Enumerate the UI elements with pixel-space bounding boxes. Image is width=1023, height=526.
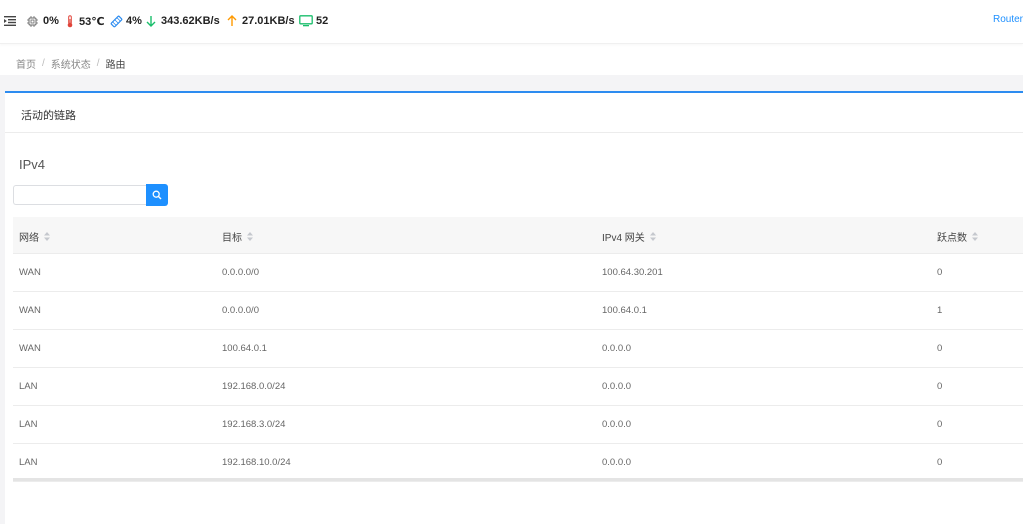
monitor-icon — [299, 15, 313, 27]
card-title: 活动的链路 — [21, 110, 76, 122]
sort-icon[interactable] — [247, 232, 253, 241]
breadcrumb: 首页 / 系统状态 / 路由 — [16, 56, 126, 71]
memory-value: 4% — [126, 15, 142, 27]
table-row: WAN 0.0.0.0/0 100.64.0.1 1 — [13, 292, 1023, 330]
upload-value: 27.01KB/s — [242, 15, 295, 27]
column-header-network[interactable]: 网络 — [19, 229, 50, 244]
column-header-label: IPv4 网关 — [602, 233, 645, 244]
download-value: 343.62KB/s — [161, 15, 220, 27]
column-header-target[interactable]: 目标 — [222, 229, 253, 244]
search-box — [13, 184, 168, 206]
cell-metric: 1 — [937, 305, 943, 316]
search-icon — [152, 190, 162, 200]
cell-network: LAN — [19, 381, 38, 392]
column-header-metric[interactable]: 跃点数 — [937, 229, 978, 244]
cell-gateway: 0.0.0.0 — [602, 419, 632, 430]
sort-icon[interactable] — [649, 232, 656, 241]
cpu-icon — [27, 15, 38, 27]
cell-network: WAN — [19, 343, 41, 354]
cell-gateway: 0.0.0.0 — [602, 457, 632, 468]
cell-network: LAN — [19, 457, 38, 468]
temperature: 53℃ — [66, 13, 105, 29]
download-speed: 343.62KB/s — [146, 13, 220, 29]
column-header-label: 跃点数 — [937, 233, 967, 244]
devices-value: 52 — [316, 15, 329, 27]
arrow-up-icon — [227, 15, 237, 26]
cell-target: 192.168.10.0/24 — [222, 457, 291, 468]
cell-metric: 0 — [937, 381, 943, 392]
section-title: IPv4 — [19, 157, 46, 172]
column-header-label: 网络 — [19, 233, 39, 244]
cell-metric: 0 — [937, 267, 943, 278]
menu-toggle-button[interactable] — [4, 13, 16, 29]
cell-gateway: 0.0.0.0 — [602, 343, 632, 354]
upload-speed: 27.01KB/s — [227, 13, 295, 29]
cell-target: 100.64.0.1 — [222, 343, 267, 354]
cell-metric: 0 — [937, 419, 943, 430]
sort-icon[interactable] — [972, 232, 978, 241]
table-row: LAN 192.168.0.0/24 0.0.0.0 0 — [13, 368, 1023, 406]
cell-gateway: 0.0.0.0 — [602, 381, 632, 392]
breadcrumb-separator: / — [42, 58, 45, 69]
column-header-gateway[interactable]: IPv4 网关 — [602, 229, 656, 244]
top-status-bar: 0% 53℃ 4% 343.62KB/s 27.01KB/s 52 Router — [0, 0, 1023, 44]
breadcrumb-home[interactable]: 首页 — [16, 56, 36, 71]
memory-usage: 4% — [110, 13, 142, 29]
breadcrumb-status[interactable]: 系统状态 — [51, 56, 91, 71]
table-row: WAN 0.0.0.0/0 100.64.30.201 0 — [13, 254, 1023, 292]
cell-target: 192.168.0.0/24 — [222, 381, 286, 392]
cpu-value: 0% — [43, 15, 59, 27]
cell-network: WAN — [19, 305, 41, 316]
router-link[interactable]: Router — [993, 14, 1023, 25]
cell-network: WAN — [19, 267, 41, 278]
sort-icon[interactable] — [44, 232, 50, 241]
cell-network: LAN — [19, 419, 38, 430]
column-header-label: 目标 — [222, 233, 242, 244]
cell-metric: 0 — [937, 343, 943, 354]
table-row: LAN 192.168.10.0/24 0.0.0.0 0 — [13, 444, 1023, 482]
thermometer-icon — [67, 14, 73, 27]
cpu-usage: 0% — [26, 13, 59, 29]
routes-table: 网络 目标 IPv4 网关 跃点数 WAN 0.0.0.0/0 100.64.3… — [13, 217, 1023, 482]
card-divider — [5, 132, 1023, 133]
cell-metric: 0 — [937, 457, 943, 468]
cell-gateway: 100.64.30.201 — [602, 267, 663, 278]
breadcrumb-current: 路由 — [105, 60, 126, 71]
search-button[interactable] — [146, 184, 168, 206]
search-input[interactable] — [13, 185, 146, 205]
arrow-down-icon — [146, 16, 156, 27]
cell-target: 192.168.3.0/24 — [222, 419, 286, 430]
menu-icon — [4, 16, 16, 26]
table-row: WAN 100.64.0.1 0.0.0.0 0 — [13, 330, 1023, 368]
temperature-value: 53℃ — [79, 15, 105, 28]
cell-target: 0.0.0.0/0 — [222, 267, 259, 278]
cell-target: 0.0.0.0/0 — [222, 305, 259, 316]
table-scrollbar[interactable] — [13, 478, 1023, 481]
breadcrumb-separator: / — [96, 58, 100, 69]
memory-icon — [110, 15, 123, 27]
table-row: LAN 192.168.3.0/24 0.0.0.0 0 — [13, 406, 1023, 444]
connected-devices: 52 — [299, 13, 328, 29]
table-header: 网络 目标 IPv4 网关 跃点数 — [13, 217, 1023, 254]
cell-gateway: 100.64.0.1 — [602, 305, 647, 316]
